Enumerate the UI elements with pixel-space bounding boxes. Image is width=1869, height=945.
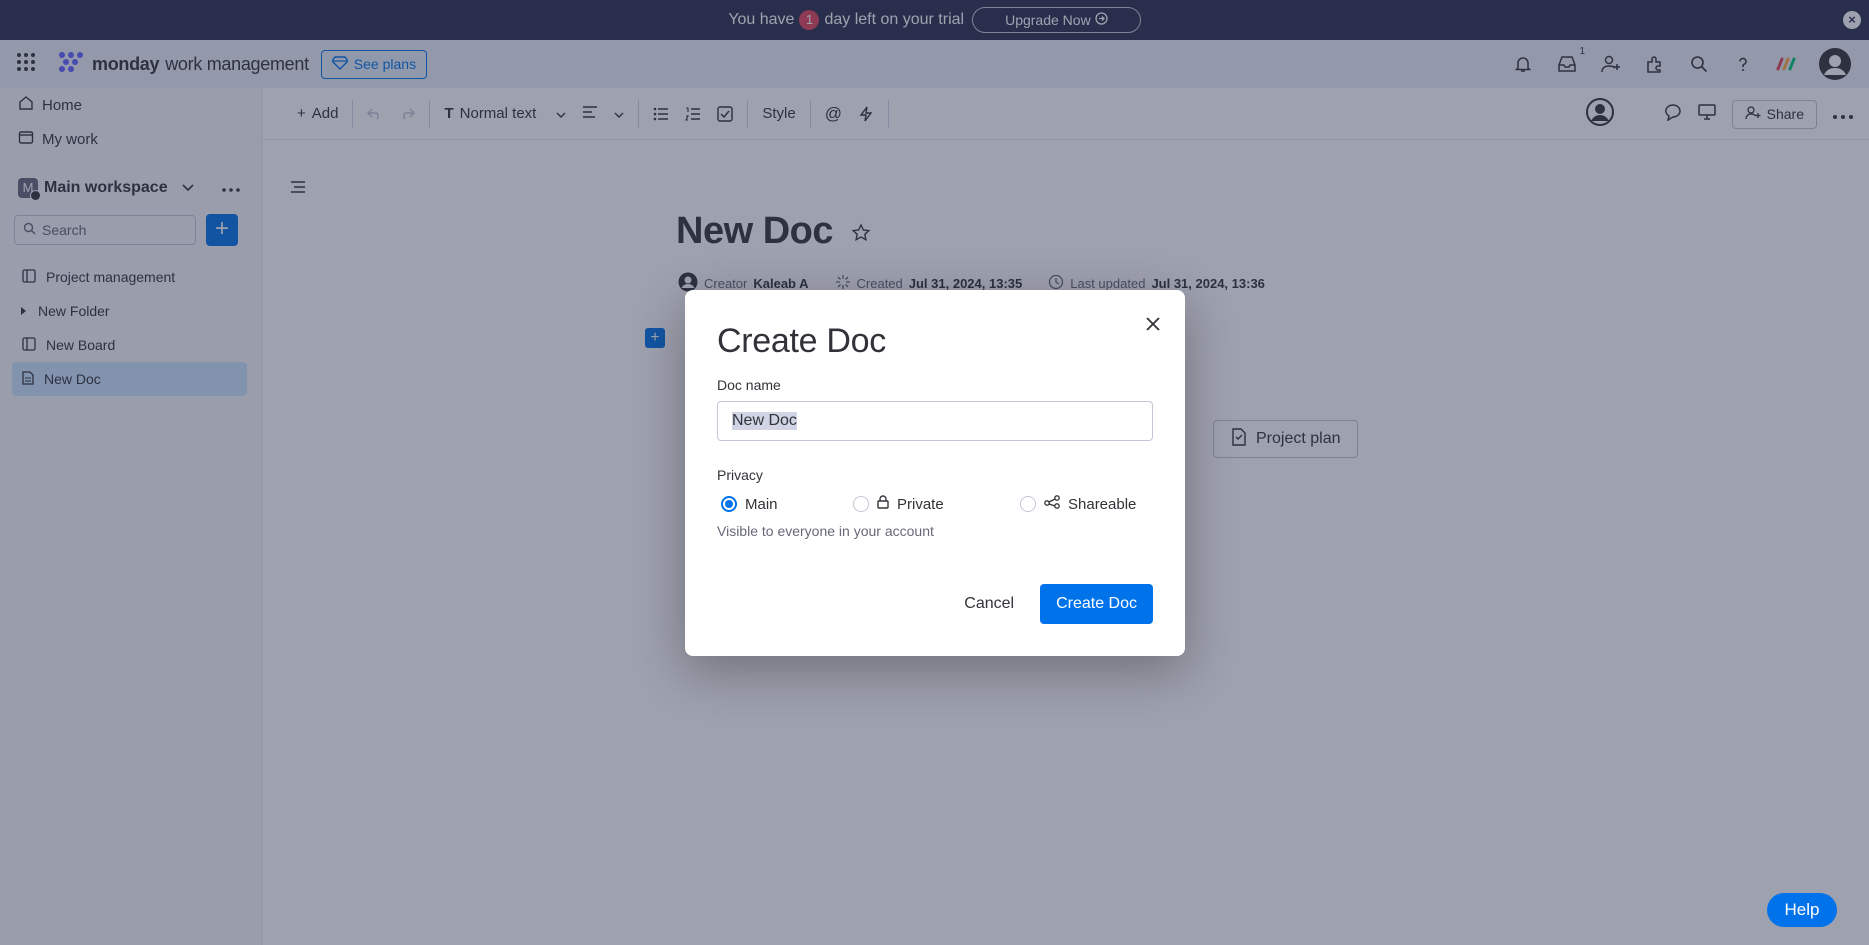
help-button[interactable]: Help: [1767, 893, 1837, 927]
privacy-main-label: Main: [745, 495, 778, 513]
privacy-options: Main Private Shareable: [717, 495, 1153, 513]
privacy-hint: Visible to everyone in your account: [717, 523, 934, 539]
privacy-private-radio[interactable]: Private: [853, 495, 1020, 513]
doc-name-label: Doc name: [717, 377, 781, 393]
radio-unselected-icon: [853, 496, 869, 512]
doc-name-input[interactable]: New Doc: [717, 401, 1153, 441]
privacy-main-radio[interactable]: Main: [717, 496, 853, 513]
lock-icon: [877, 495, 889, 513]
create-doc-dialog: Create Doc Doc name New Doc Privacy Main…: [685, 290, 1185, 656]
privacy-shareable-label: Shareable: [1068, 495, 1137, 513]
cancel-button[interactable]: Cancel: [946, 585, 1032, 623]
radio-unselected-icon: [1020, 496, 1036, 512]
dialog-title: Create Doc: [717, 322, 886, 360]
privacy-private-label: Private: [897, 495, 944, 513]
radio-selected-icon: [721, 496, 737, 512]
share-nodes-icon: [1044, 495, 1060, 513]
privacy-label: Privacy: [717, 467, 763, 483]
privacy-shareable-radio[interactable]: Shareable: [1020, 495, 1136, 513]
doc-name-value: New Doc: [732, 412, 797, 430]
create-doc-button[interactable]: Create Doc: [1040, 584, 1153, 624]
close-icon[interactable]: [1141, 312, 1165, 336]
dialog-actions: Cancel Create Doc: [946, 584, 1153, 624]
